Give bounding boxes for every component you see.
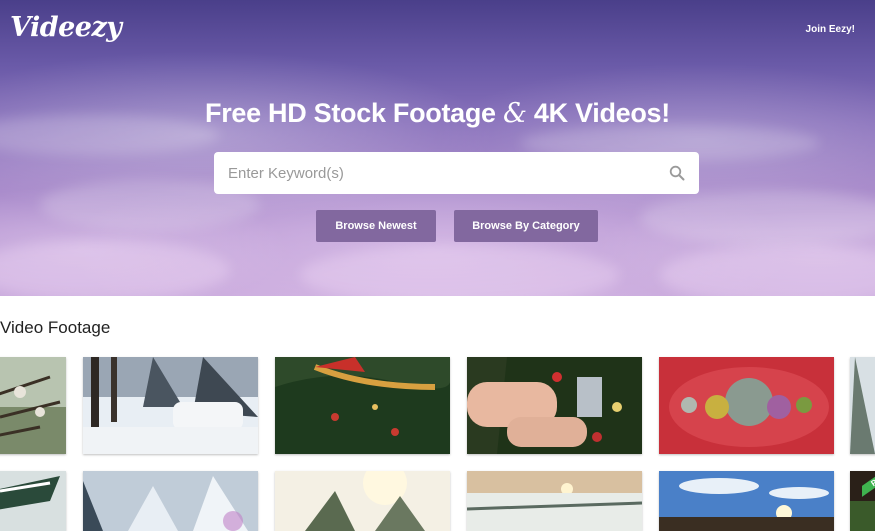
video-thumbnail[interactable] xyxy=(467,471,642,531)
join-link[interactable]: Join Eezy! xyxy=(806,24,855,35)
section-title: Video Footage xyxy=(0,318,111,337)
search-input[interactable] xyxy=(228,152,658,194)
video-thumbnail[interactable] xyxy=(659,471,834,531)
video-thumbnail[interactable] xyxy=(467,357,642,454)
video-thumbnail[interactable] xyxy=(0,357,66,454)
headline-text-2: 4K Videos! xyxy=(533,98,670,128)
video-thumbnail[interactable] xyxy=(275,471,450,531)
browse-newest-button[interactable]: Browse Newest xyxy=(316,210,436,242)
video-thumbnail[interactable] xyxy=(659,357,834,454)
video-thumbnail[interactable] xyxy=(83,357,258,454)
headline-text: Free HD Stock Footage xyxy=(205,98,496,128)
browse-category-button[interactable]: Browse By Category xyxy=(454,210,598,242)
page-headline: Free HD Stock Footage & 4K Videos! xyxy=(0,98,875,129)
video-thumbnail[interactable] xyxy=(850,357,875,454)
search-icon[interactable] xyxy=(669,165,685,181)
logo[interactable]: Videezy xyxy=(10,12,122,43)
video-thumbnail[interactable]: PRO xyxy=(850,471,875,531)
search-box xyxy=(214,152,699,194)
video-thumbnail[interactable] xyxy=(83,471,258,531)
pro-badge: PRO xyxy=(862,471,875,499)
video-thumbnail[interactable] xyxy=(275,357,450,454)
pro-label: PRO xyxy=(862,471,875,498)
headline-ampersand: & xyxy=(502,98,527,129)
hero-banner: Videezy Join Eezy! Free HD Stock Footage… xyxy=(0,0,875,296)
video-thumbnail[interactable] xyxy=(0,471,66,531)
